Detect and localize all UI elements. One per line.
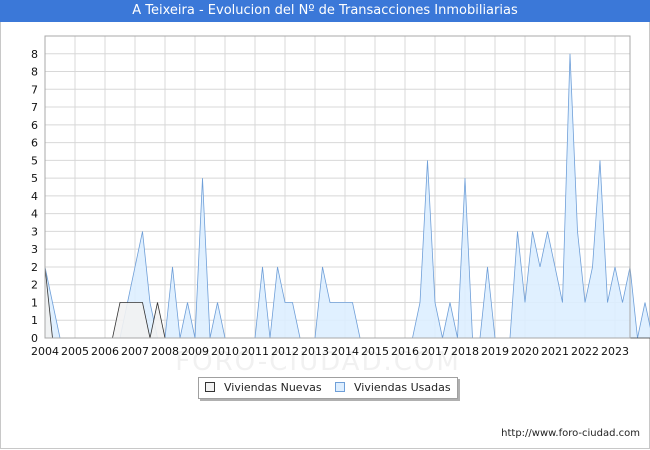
y-tick-label: 7 [31,83,38,96]
x-tick-label: 2022 [571,345,599,358]
x-tick-label: 2005 [61,345,89,358]
x-tick-label: 2012 [271,345,299,358]
legend-label-nuevas: Viviendas Nuevas [224,381,322,394]
y-tick-label: 8 [31,66,38,79]
x-tick-label: 2004 [31,345,59,358]
x-tick-label: 2016 [391,345,419,358]
legend-item-usadas[interactable]: Viviendas Usadas [335,381,451,395]
y-tick-label: 2 [31,261,38,274]
x-tick-label: 2020 [511,345,539,358]
x-tick-label: 2018 [451,345,479,358]
x-tick-label: 2013 [301,345,329,358]
x-tick-label: 2021 [541,345,569,358]
x-tick-label: 2017 [421,345,449,358]
x-tick-label: 2023 [601,345,629,358]
y-tick-label: 6 [31,119,38,132]
x-tick-label: 2011 [241,345,269,358]
y-tick-label: 5 [31,154,38,167]
x-tick-label: 2019 [481,345,509,358]
legend-swatch-nuevas [205,382,215,392]
y-tick-label: 1 [31,314,38,327]
x-tick-label: 2009 [181,345,209,358]
x-tick-label: 2008 [151,345,179,358]
y-tick-label: 8 [31,48,38,61]
y-tick-label: 7 [31,101,38,114]
y-tick-label: 3 [31,225,38,238]
y-tick-label: 3 [31,243,38,256]
x-tick-label: 2007 [121,345,149,358]
x-tick-label: 2015 [361,345,389,358]
y-tick-label: 2 [31,279,38,292]
x-tick-label: 2006 [91,345,119,358]
x-tick-label: 2010 [211,345,239,358]
y-tick-label: 4 [31,208,38,221]
legend-swatch-usadas [335,382,345,392]
legend-item-nuevas[interactable]: Viviendas Nuevas [205,381,322,395]
y-tick-label: 5 [31,172,38,185]
legend: Viviendas Nuevas Viviendas Usadas [198,377,458,399]
legend-label-usadas: Viviendas Usadas [354,381,451,394]
x-tick-label: 2014 [331,345,359,358]
y-tick-label: 4 [31,190,38,203]
y-tick-label: 1 [31,296,38,309]
y-tick-label: 0 [31,332,38,345]
y-tick-label: 6 [31,137,38,150]
footer-url[interactable]: http://www.foro-ciudad.com [501,428,640,439]
